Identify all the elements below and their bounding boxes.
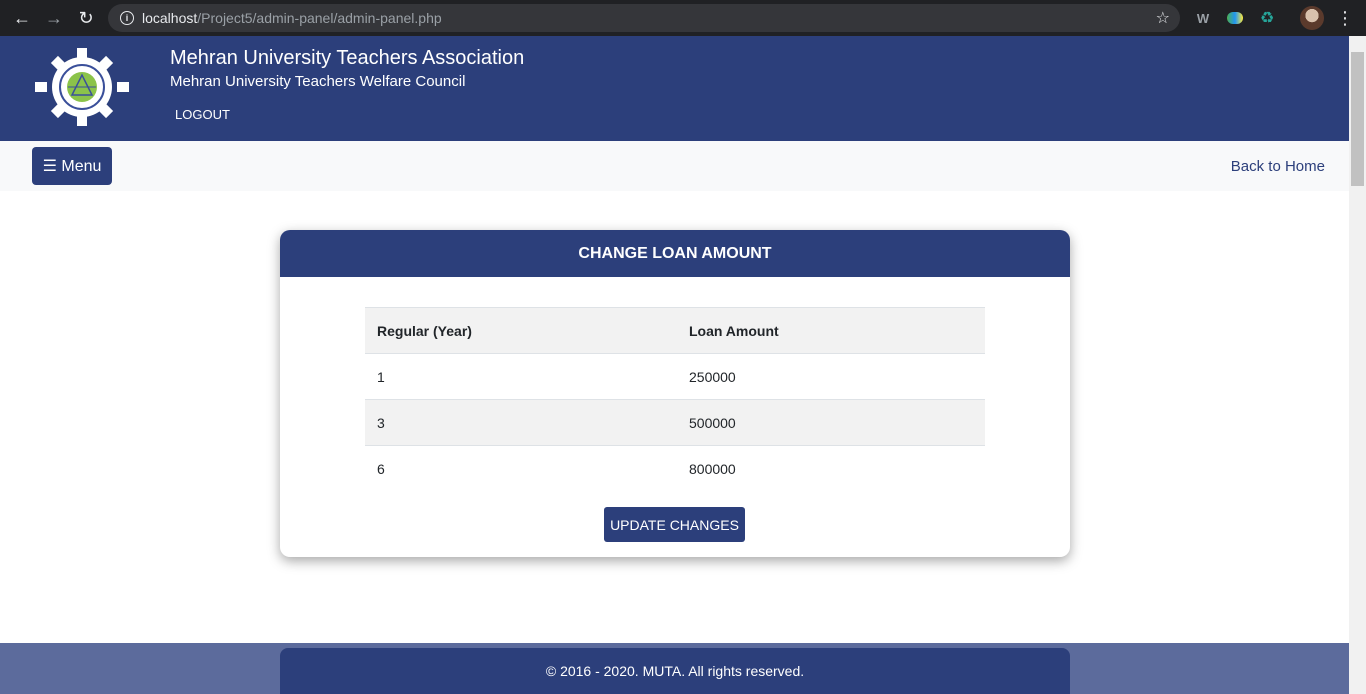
url-host: localhost bbox=[142, 10, 198, 26]
table-header-row: Regular (Year) Loan Amount bbox=[365, 307, 985, 354]
update-changes-button[interactable]: UPDATE CHANGES bbox=[604, 507, 745, 542]
footer-copyright: © 2016 - 2020. MUTA. All rights reserved… bbox=[280, 648, 1070, 694]
bookmark-star-icon[interactable]: ☆ bbox=[1156, 8, 1170, 28]
back-arrow-icon[interactable]: ← bbox=[6, 0, 38, 36]
university-logo bbox=[35, 48, 129, 126]
year-cell: 6 bbox=[365, 445, 677, 492]
scrollbar-thumb[interactable] bbox=[1351, 52, 1364, 186]
back-to-home-link[interactable]: Back to Home bbox=[1231, 158, 1325, 175]
footer: © 2016 - 2020. MUTA. All rights reserved… bbox=[0, 643, 1349, 694]
table-row: 1 250000 bbox=[365, 353, 985, 400]
url-path: /Project5/admin-panel/admin-panel.php bbox=[197, 10, 442, 26]
amount-cell[interactable]: 800000 bbox=[677, 445, 985, 492]
column-header-year: Regular (Year) bbox=[365, 307, 677, 354]
menu-button[interactable]: ☰ Menu bbox=[32, 147, 112, 185]
change-loan-card: CHANGE LOAN AMOUNT Regular (Year) Loan A… bbox=[280, 230, 1070, 557]
year-cell: 3 bbox=[365, 399, 677, 446]
extension-w-icon[interactable]: W bbox=[1193, 8, 1213, 28]
info-icon[interactable]: i bbox=[120, 11, 134, 25]
site-header: Mehran University Teachers Association M… bbox=[0, 36, 1349, 141]
table-row: 6 800000 bbox=[365, 445, 985, 492]
amount-cell[interactable]: 500000 bbox=[677, 399, 985, 446]
reload-icon[interactable]: ↻ bbox=[70, 0, 102, 36]
loan-table: Regular (Year) Loan Amount 1 250000 3 50… bbox=[365, 307, 985, 492]
table-row: 3 500000 bbox=[365, 399, 985, 446]
profile-avatar[interactable] bbox=[1300, 6, 1324, 30]
logout-link[interactable]: LOGOUT bbox=[175, 107, 230, 122]
navbar: ☰ Menu Back to Home bbox=[0, 141, 1349, 191]
address-bar[interactable]: i localhost/Project5/admin-panel/admin-p… bbox=[108, 4, 1180, 32]
site-subtitle: Mehran University Teachers Welfare Counc… bbox=[170, 73, 466, 90]
extension-recycle-icon[interactable]: ♻ bbox=[1257, 8, 1277, 28]
site-title: Mehran University Teachers Association bbox=[170, 47, 525, 69]
year-cell: 1 bbox=[365, 353, 677, 400]
column-header-amount: Loan Amount bbox=[677, 307, 985, 354]
amount-cell[interactable]: 250000 bbox=[677, 353, 985, 400]
forward-arrow-icon[interactable]: → bbox=[38, 0, 70, 36]
card-title: CHANGE LOAN AMOUNT bbox=[280, 230, 1070, 277]
page-scrollbar[interactable] bbox=[1349, 36, 1366, 694]
browser-toolbar: ← → ↻ i localhost/Project5/admin-panel/a… bbox=[0, 0, 1366, 36]
browser-menu-icon[interactable]: ⋮ bbox=[1336, 6, 1354, 30]
extension-globe-icon[interactable] bbox=[1225, 8, 1245, 28]
